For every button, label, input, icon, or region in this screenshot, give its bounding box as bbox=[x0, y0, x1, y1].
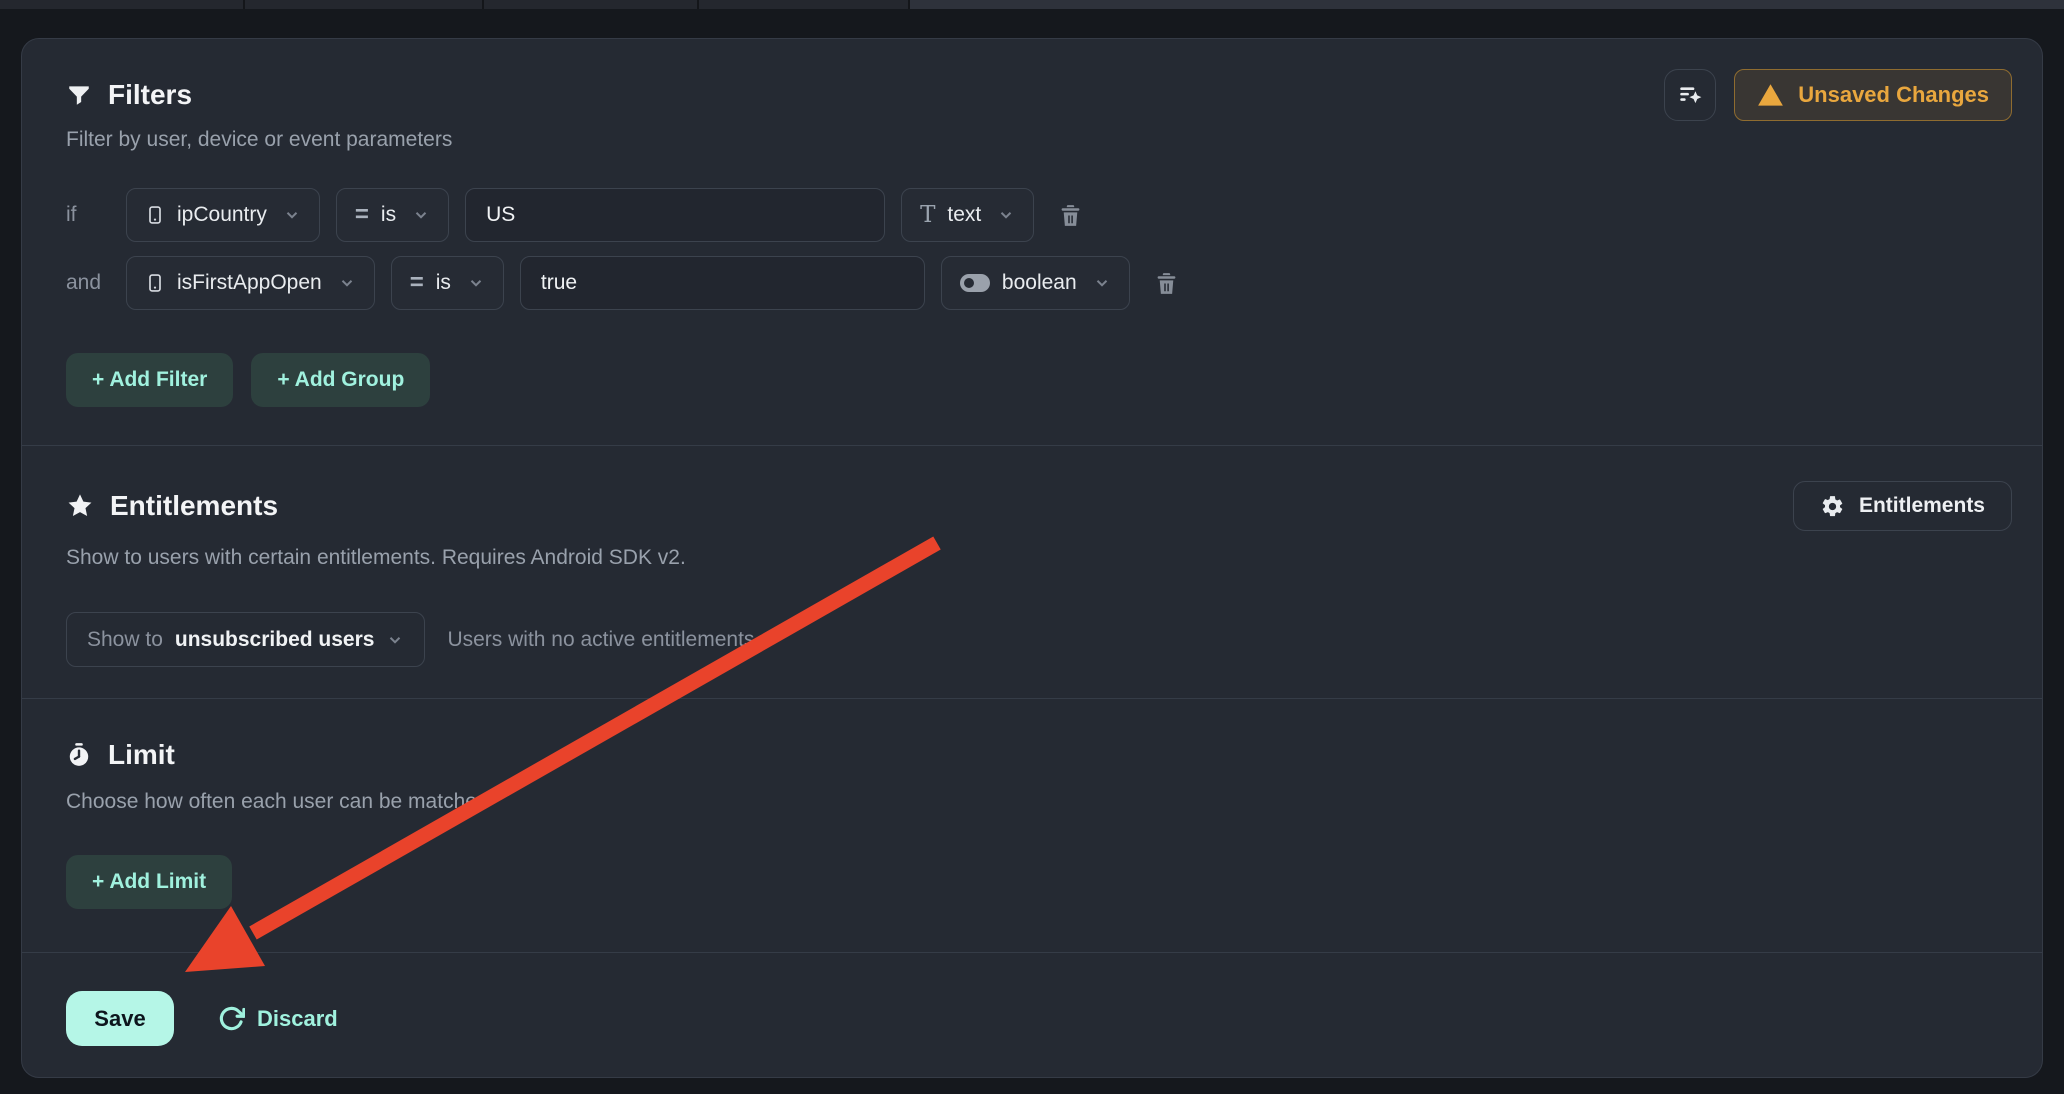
filters-title: Filters bbox=[108, 79, 192, 111]
chevron-down-icon bbox=[1093, 274, 1111, 292]
filters-subtitle: Filter by user, device or event paramete… bbox=[66, 125, 2012, 154]
conjunction-label: if bbox=[66, 203, 110, 227]
add-group-button[interactable]: + Add Group bbox=[251, 353, 430, 407]
chevron-down-icon bbox=[386, 631, 404, 649]
section-divider bbox=[22, 445, 2042, 446]
filter-ai-options-button[interactable] bbox=[1664, 69, 1716, 121]
delete-filter-button[interactable] bbox=[1058, 203, 1083, 228]
star-icon bbox=[66, 492, 94, 520]
limit-header-row: Limit bbox=[66, 737, 2012, 773]
filter-row: if ipCountry = is T text bbox=[66, 188, 2012, 242]
type-dropdown[interactable]: T text bbox=[901, 188, 1034, 242]
unsaved-changes-label: Unsaved Changes bbox=[1798, 82, 1989, 108]
tab-segment[interactable] bbox=[0, 0, 245, 9]
filters-title-wrap: Filters bbox=[66, 79, 192, 111]
gear-icon bbox=[1820, 494, 1845, 519]
save-button[interactable]: Save bbox=[66, 991, 174, 1046]
filters-header-row: Filters Unsaved Changes bbox=[66, 69, 2012, 121]
device-phone-icon bbox=[145, 272, 165, 294]
chevron-down-icon bbox=[338, 274, 356, 292]
entitlements-subtitle: Show to users with certain entitlements.… bbox=[66, 543, 2012, 572]
type-value: boolean bbox=[1002, 271, 1077, 295]
entitlements-button-label: Entitlements bbox=[1859, 494, 1985, 518]
add-limit-button[interactable]: + Add Limit bbox=[66, 855, 232, 909]
show-to-hint: Users with no active entitlements bbox=[447, 628, 754, 652]
show-to-row: Show to unsubscribed users Users with no… bbox=[66, 612, 2012, 667]
operator-value: is bbox=[381, 203, 396, 227]
conjunction-label: and bbox=[66, 271, 110, 295]
discard-button[interactable]: Discard bbox=[218, 1005, 338, 1032]
field-value: isFirstAppOpen bbox=[177, 271, 322, 295]
entitlements-header-row: Entitlements Entitlements bbox=[66, 481, 2012, 531]
filter-funnel-icon bbox=[66, 82, 92, 108]
browser-tab-strip bbox=[0, 0, 2064, 9]
chevron-down-icon bbox=[412, 206, 430, 224]
device-phone-icon bbox=[145, 204, 165, 226]
filter-sparkle-icon bbox=[1677, 82, 1703, 108]
type-value: text bbox=[947, 203, 981, 227]
entitlements-title-wrap: Entitlements bbox=[66, 490, 278, 522]
show-to-select[interactable]: Show to unsubscribed users bbox=[66, 612, 425, 667]
tab-segment[interactable] bbox=[699, 0, 910, 9]
tab-segment[interactable] bbox=[484, 0, 699, 9]
equals-icon: = bbox=[355, 203, 369, 227]
filter-value-input[interactable] bbox=[465, 188, 885, 242]
unsaved-changes-badge[interactable]: Unsaved Changes bbox=[1734, 69, 2012, 121]
field-dropdown[interactable]: isFirstAppOpen bbox=[126, 256, 375, 310]
chevron-down-icon bbox=[997, 206, 1015, 224]
equals-icon: = bbox=[410, 271, 424, 295]
limit-actions-row: + Add Limit bbox=[66, 855, 2012, 909]
warning-icon bbox=[1757, 82, 1784, 109]
refresh-icon bbox=[218, 1005, 245, 1032]
discard-label: Discard bbox=[257, 1006, 338, 1032]
section-divider bbox=[22, 698, 2042, 699]
field-value: ipCountry bbox=[177, 203, 267, 227]
limit-title: Limit bbox=[108, 739, 175, 771]
limit-title-wrap: Limit bbox=[66, 739, 175, 771]
entitlements-settings-button[interactable]: Entitlements bbox=[1793, 481, 2012, 531]
chevron-down-icon bbox=[467, 274, 485, 292]
filter-value-input[interactable] bbox=[520, 256, 925, 310]
filter-row: and isFirstAppOpen = is boolean bbox=[66, 256, 2012, 310]
add-filter-button[interactable]: + Add Filter bbox=[66, 353, 233, 407]
filters-actions-row: + Add Filter + Add Group bbox=[66, 353, 2012, 407]
delete-filter-button[interactable] bbox=[1154, 271, 1179, 296]
limit-subtitle: Choose how often each user can be matche… bbox=[66, 787, 2012, 816]
operator-value: is bbox=[436, 271, 451, 295]
stopwatch-icon bbox=[66, 742, 92, 768]
operator-dropdown[interactable]: = is bbox=[391, 256, 504, 310]
text-type-icon: T bbox=[920, 204, 935, 227]
campaign-settings-panel: Filters Unsaved Changes bbox=[21, 38, 2043, 1078]
tab-segment[interactable] bbox=[245, 0, 484, 9]
show-to-label: Show to bbox=[87, 628, 163, 652]
footer-actions-row: Save Discard bbox=[66, 991, 2012, 1046]
section-divider bbox=[22, 952, 2042, 953]
tab-segment-active[interactable] bbox=[910, 0, 2064, 9]
filters-header-actions: Unsaved Changes bbox=[1664, 69, 2012, 121]
entitlements-title: Entitlements bbox=[110, 490, 278, 522]
field-dropdown[interactable]: ipCountry bbox=[126, 188, 320, 242]
chevron-down-icon bbox=[283, 206, 301, 224]
show-to-value: unsubscribed users bbox=[175, 628, 375, 652]
type-dropdown[interactable]: boolean bbox=[941, 256, 1130, 310]
boolean-toggle-icon bbox=[960, 274, 990, 292]
operator-dropdown[interactable]: = is bbox=[336, 188, 449, 242]
